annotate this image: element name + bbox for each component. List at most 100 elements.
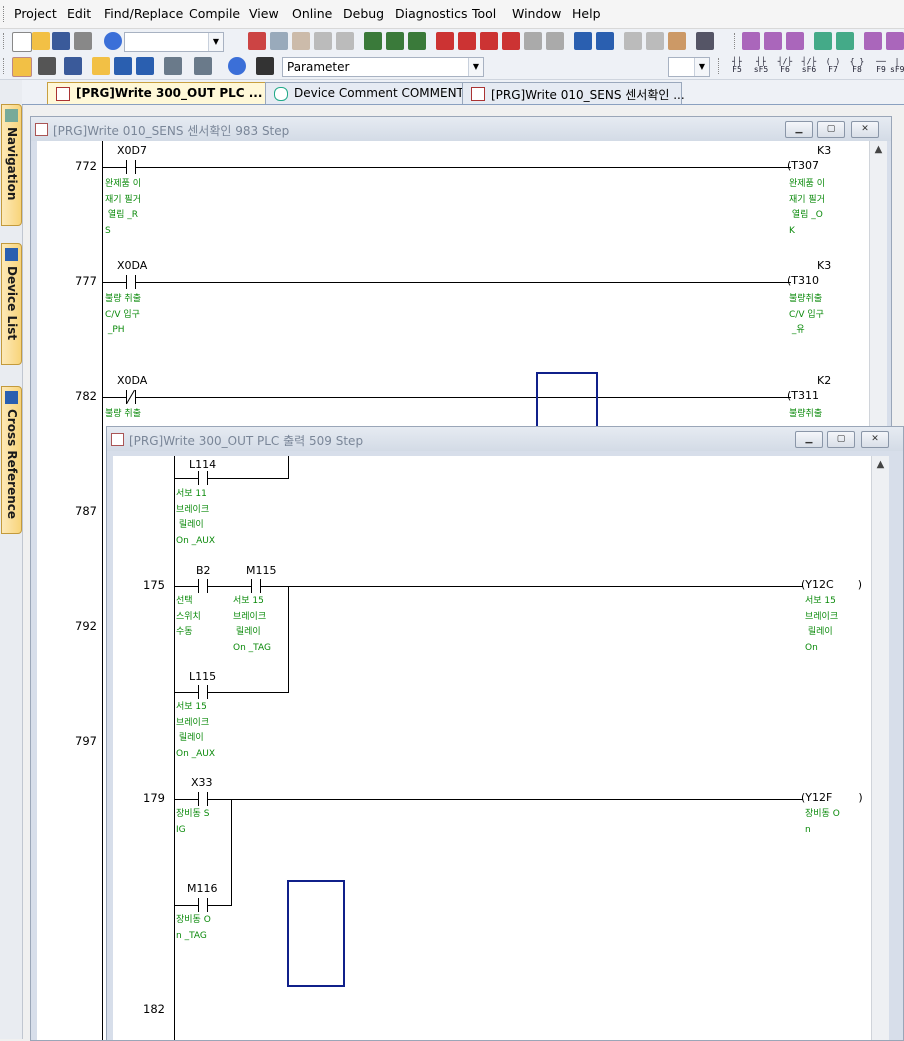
open-icon[interactable] (32, 32, 50, 50)
transfer-icon[interactable] (458, 32, 476, 50)
module-icon[interactable] (38, 57, 56, 75)
minimize-button[interactable]: ▁ (795, 431, 823, 448)
copy-icon[interactable] (270, 32, 288, 50)
function-key[interactable]: { } F8 (846, 58, 868, 74)
ladder-symbol-icon[interactable] (764, 32, 782, 50)
sidebar-tab-navigation[interactable]: Navigation (1, 104, 22, 226)
menu-debug[interactable]: Debug (343, 6, 384, 21)
vline-key[interactable]: | sF9 (890, 58, 904, 74)
dev-icon[interactable] (136, 57, 154, 75)
menu-find-replace[interactable]: Find/Replace (104, 6, 183, 21)
dev-icon[interactable] (92, 57, 110, 75)
project-icon[interactable] (12, 57, 32, 77)
coil[interactable]: (T310) (787, 274, 869, 287)
cut-icon[interactable] (248, 32, 266, 50)
coil-key[interactable]: ( ) F7 (822, 58, 844, 74)
ladder-symbol-icon[interactable] (786, 32, 804, 50)
menu-window[interactable]: Window (512, 6, 561, 21)
tab-300-out[interactable]: [PRG]Write 300_OUT PLC ... ✕ (47, 82, 287, 104)
toolbar-combo[interactable]: ▼ (124, 32, 224, 52)
close-button[interactable]: ✕ (851, 121, 879, 138)
help-icon[interactable] (228, 57, 246, 75)
menu-online[interactable]: Online (292, 6, 332, 21)
sidebar-tab-device-list[interactable]: Device List (1, 243, 22, 365)
contact-key[interactable]: ┤├ sF5 (750, 58, 772, 74)
list-icon[interactable] (64, 57, 82, 75)
menu-view[interactable]: View (249, 6, 279, 21)
menu-edit[interactable]: Edit (67, 6, 91, 21)
minimize-button[interactable]: ▁ (785, 121, 813, 138)
transfer-icon[interactable] (436, 32, 454, 50)
ladder-symbol-icon[interactable] (814, 32, 832, 50)
dev-icon[interactable] (596, 32, 614, 50)
dev-icon[interactable] (114, 57, 132, 75)
chevron-up-icon[interactable]: ▲ (872, 456, 889, 473)
find-device-icon[interactable] (194, 57, 212, 75)
maximize-button[interactable]: ▢ (827, 431, 855, 448)
save-icon[interactable] (52, 32, 70, 50)
contact-device[interactable]: X0D7 (117, 144, 147, 157)
ladder-canvas[interactable]: L114 서보 11 브레이크 릴레이 On _AUX 175 B2 선택 스위… (113, 456, 871, 1040)
ladder-tool-icon[interactable] (364, 32, 382, 50)
menu-project[interactable]: Project (14, 6, 57, 21)
vertical-scrollbar[interactable]: ▲ (871, 456, 889, 1040)
coil[interactable]: (T311) (787, 389, 869, 402)
contact-symbol[interactable] (198, 471, 208, 485)
help-icon[interactable] (104, 32, 122, 50)
contact-device[interactable]: M115 (246, 564, 277, 577)
contact-device[interactable]: X33 (191, 776, 213, 789)
contact-device[interactable]: L115 (189, 670, 216, 683)
menu-help[interactable]: Help (572, 6, 601, 21)
contact-symbol[interactable] (198, 579, 208, 593)
coil[interactable]: (Y12C) (801, 578, 862, 591)
window-titlebar[interactable]: [PRG]Write 300_OUT PLC 출력 509 Step ▁ ▢ ✕ (107, 427, 903, 451)
contact-symbol[interactable] (251, 579, 261, 593)
parameter-select[interactable]: Parameter ▼ (282, 57, 484, 77)
coil[interactable]: (Y12F) (801, 791, 863, 804)
ladder-tool-icon[interactable] (408, 32, 426, 50)
new-icon[interactable] (12, 32, 32, 52)
ladder-symbol-icon[interactable] (864, 32, 882, 50)
window-titlebar[interactable]: [PRG]Write 010_SENS 센서확인 983 Step ▁ ▢ ✕ (31, 117, 891, 141)
tab-device-comment[interactable]: Device Comment COMMENT (265, 82, 464, 104)
contact-key[interactable]: ┤/├ sF6 (798, 58, 820, 74)
redo-icon[interactable] (336, 32, 354, 50)
contact-device[interactable]: B2 (196, 564, 211, 577)
monitor-icon[interactable] (624, 32, 642, 50)
contact-symbol[interactable] (126, 160, 136, 174)
ladder-symbol-icon[interactable] (836, 32, 854, 50)
toolbar-combo-small[interactable]: ▼ (668, 57, 710, 77)
chevron-up-icon[interactable]: ▲ (870, 141, 887, 158)
contact-key[interactable]: ┤├ F5 (726, 58, 748, 74)
contact-device[interactable]: L114 (189, 458, 216, 471)
tab-010-sens[interactable]: [PRG]Write 010_SENS 센서확인 ... (462, 82, 685, 104)
sidebar-tab-cross-reference[interactable]: Cross Reference (1, 386, 22, 534)
ladder-symbol-icon[interactable] (886, 32, 904, 50)
contact-device[interactable]: X0DA (117, 374, 147, 387)
menu-tool[interactable]: Tool (472, 6, 496, 21)
transfer-icon[interactable] (502, 32, 520, 50)
ladder-symbol-icon[interactable] (742, 32, 760, 50)
ladder-tool-icon[interactable] (386, 32, 404, 50)
coil[interactable]: (T307) (787, 159, 869, 172)
monitor-icon[interactable] (668, 32, 686, 50)
display-icon[interactable] (696, 32, 714, 50)
transfer-icon[interactable] (480, 32, 498, 50)
binoculars-icon[interactable] (256, 57, 274, 75)
contact-nc-symbol[interactable] (126, 389, 136, 405)
paste-icon[interactable] (292, 32, 310, 50)
contact-symbol[interactable] (198, 898, 208, 912)
contact-symbol[interactable] (126, 275, 136, 289)
watch-icon[interactable] (164, 57, 182, 75)
close-button[interactable]: ✕ (861, 431, 889, 448)
contact-device[interactable]: M116 (187, 882, 218, 895)
contact-symbol[interactable] (198, 685, 208, 699)
dev-icon[interactable] (574, 32, 592, 50)
undo-icon[interactable] (314, 32, 332, 50)
monitor-icon[interactable] (646, 32, 664, 50)
maximize-button[interactable]: ▢ (817, 121, 845, 138)
transfer-icon[interactable] (524, 32, 542, 50)
transfer-icon[interactable] (546, 32, 564, 50)
hline-key[interactable]: ── F9 (870, 58, 892, 74)
contact-device[interactable]: X0DA (117, 259, 147, 272)
